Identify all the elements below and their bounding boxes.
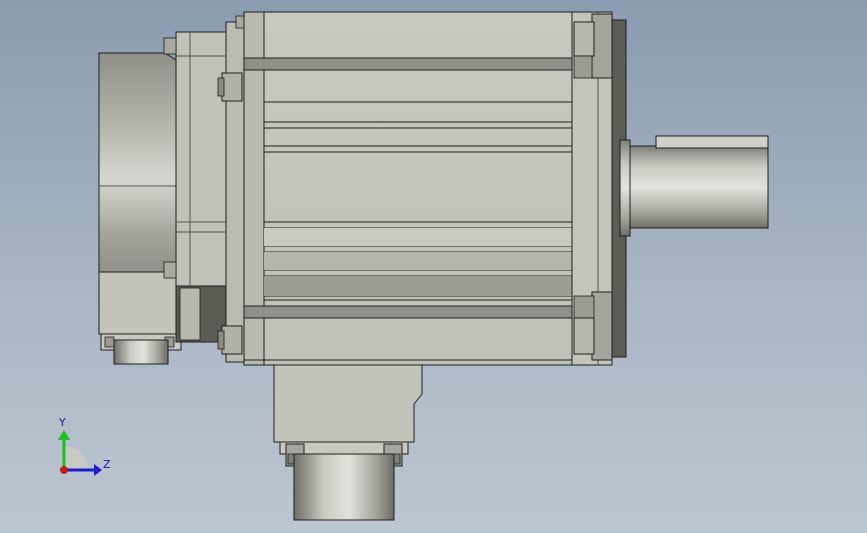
x-axis-indicator — [60, 466, 68, 474]
cad-graphics-viewport[interactable]: Y Z — [0, 0, 867, 533]
z-axis-label: Z — [103, 458, 111, 471]
y-axis-label: Y — [58, 416, 66, 429]
y-axis-arrow — [58, 430, 70, 440]
z-axis-arrow — [94, 464, 102, 476]
rear-encoder-cover[interactable] — [98, 52, 182, 365]
motor-body[interactable] — [243, 11, 573, 366]
triad-plane-indicator — [64, 446, 88, 470]
axis-triad: Y Z — [58, 416, 111, 476]
servo-motor-model[interactable]: Y Z — [0, 0, 867, 533]
power-connector-housing[interactable] — [273, 364, 423, 521]
output-shaft[interactable] — [619, 135, 769, 237]
